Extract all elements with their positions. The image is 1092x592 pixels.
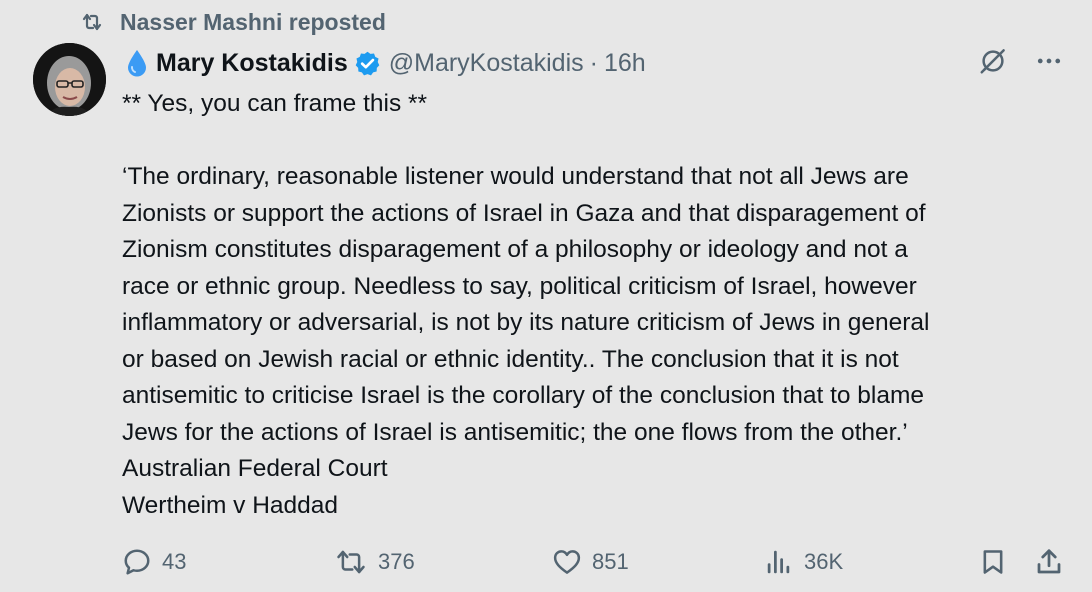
header-actions: [978, 44, 1064, 82]
tweet-line: or based on Jewish racial or ethnic iden…: [122, 345, 899, 373]
tweet-line: Jews for the actions of Israel is antise…: [122, 418, 908, 446]
tweet-line: Zionists or support the actions of Israe…: [122, 199, 926, 227]
reply-count: 43: [162, 549, 187, 574]
avatar-image: [33, 43, 106, 116]
tweet-line: ** Yes, you can frame this **: [122, 90, 428, 117]
tweet-line: Australian Federal Court: [122, 455, 388, 482]
timestamp[interactable]: 16h: [604, 49, 646, 78]
views-button[interactable]: 36K: [764, 540, 843, 584]
droplet-icon: [126, 49, 148, 77]
repost-button[interactable]: 376: [334, 540, 415, 584]
tweet-line: Wertheim v Haddad: [122, 491, 339, 519]
verified-badge-icon[interactable]: [354, 50, 381, 77]
repost-text: Nasser Mashni reposted: [120, 8, 386, 35]
tweet-text: ** Yes, you can frame this ** ‘The ordin…: [122, 86, 1072, 524]
like-count: 851: [592, 549, 629, 574]
like-button[interactable]: 851: [552, 540, 629, 584]
bookmark-icon: [983, 550, 1003, 574]
avatar[interactable]: [33, 43, 106, 116]
tweet-line: ‘The ordinary, reasonable listener would…: [122, 163, 909, 190]
repost-icon: [337, 550, 365, 574]
repost-indicator[interactable]: Nasser Mashni reposted: [80, 6, 386, 38]
share-button[interactable]: [1034, 540, 1074, 584]
action-bar: 43 376 851 36K: [0, 540, 1092, 584]
author-handle[interactable]: @MaryKostakidis: [389, 49, 584, 78]
share-icon: [1037, 549, 1061, 574]
tweet[interactable]: Nasser Mashni reposted Mary Kostakidis @…: [0, 0, 1092, 592]
views-icon: [767, 550, 790, 574]
separator-dot: ·: [589, 48, 598, 77]
tweet-line: inflammatory or adversarial, is not by i…: [122, 309, 930, 336]
tweet-line: antisemitic to criticise Israel is the c…: [122, 382, 925, 409]
tweet-header: Mary Kostakidis @MaryKostakidis · 16h: [126, 44, 646, 82]
more-icon[interactable]: [1034, 46, 1064, 81]
tweet-line: race or ethnic group. Needless to say, p…: [122, 272, 917, 300]
repost-count: 376: [378, 549, 415, 574]
views-count: 36K: [804, 549, 844, 574]
tweet-line: Zionism constitutes disparagement of a p…: [122, 236, 908, 263]
heart-icon: [553, 550, 581, 574]
bookmark-button[interactable]: [979, 540, 1017, 584]
author-name[interactable]: Mary Kostakidis: [156, 49, 348, 78]
repost-icon: [82, 13, 102, 31]
reply-button[interactable]: 43: [122, 540, 186, 584]
grok-icon[interactable]: [978, 46, 1008, 81]
reply-icon: [124, 549, 150, 575]
